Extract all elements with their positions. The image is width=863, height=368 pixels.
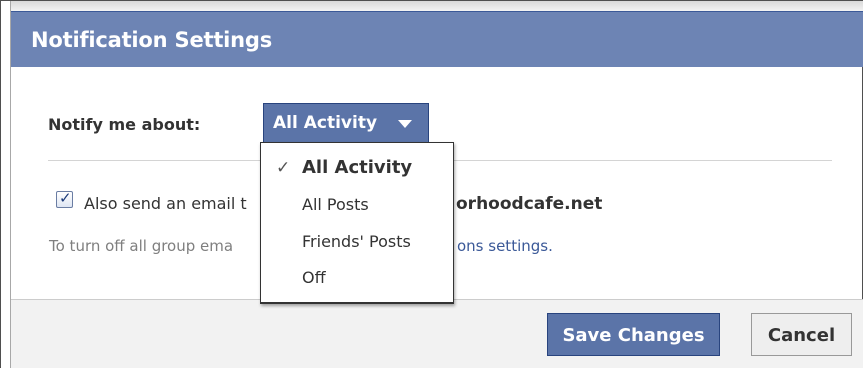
notify-dropdown-menu: ✓ All Activity All Posts Friends' Posts … — [260, 142, 454, 304]
menu-item-label: Friends' Posts — [302, 232, 411, 251]
save-changes-button[interactable]: Save Changes — [547, 313, 720, 356]
menu-item-label: All Activity — [302, 157, 413, 178]
menu-item-all-activity[interactable]: ✓ All Activity — [261, 151, 453, 185]
menu-item-friends-posts[interactable]: Friends' Posts — [261, 224, 453, 258]
dialog-titlebar: Notification Settings — [11, 11, 863, 67]
caret-down-icon — [398, 120, 412, 128]
menu-item-off[interactable]: Off — [261, 260, 453, 294]
turnoff-info-text: To turn off all group ema — [49, 237, 234, 255]
dialog-left-edge — [1, 1, 11, 368]
checkmark-icon: ✓ — [59, 189, 72, 207]
notify-label: Notify me about: — [48, 115, 201, 134]
notification-settings-link[interactable]: ons settings. — [457, 237, 553, 255]
dialog-top-edge — [1, 1, 863, 11]
menu-item-label: Off — [302, 268, 326, 287]
dialog-footer: Save Changes Cancel — [11, 299, 863, 368]
notify-dropdown-button[interactable]: All Activity — [263, 103, 429, 143]
notification-settings-dialog: Notification Settings Notify me about: A… — [0, 0, 863, 368]
notify-dropdown-value: All Activity — [273, 113, 378, 133]
email-checkbox[interactable]: ✓ — [56, 189, 73, 208]
check-icon: ✓ — [276, 158, 291, 178]
cancel-button[interactable]: Cancel — [751, 313, 852, 356]
email-domain-text: orhoodcafe.net — [456, 194, 603, 214]
menu-item-label: All Posts — [302, 195, 369, 214]
menu-item-all-posts[interactable]: All Posts — [261, 187, 453, 221]
email-option-text: Also send an email t — [84, 194, 247, 213]
dialog-title: Notification Settings — [31, 28, 273, 52]
